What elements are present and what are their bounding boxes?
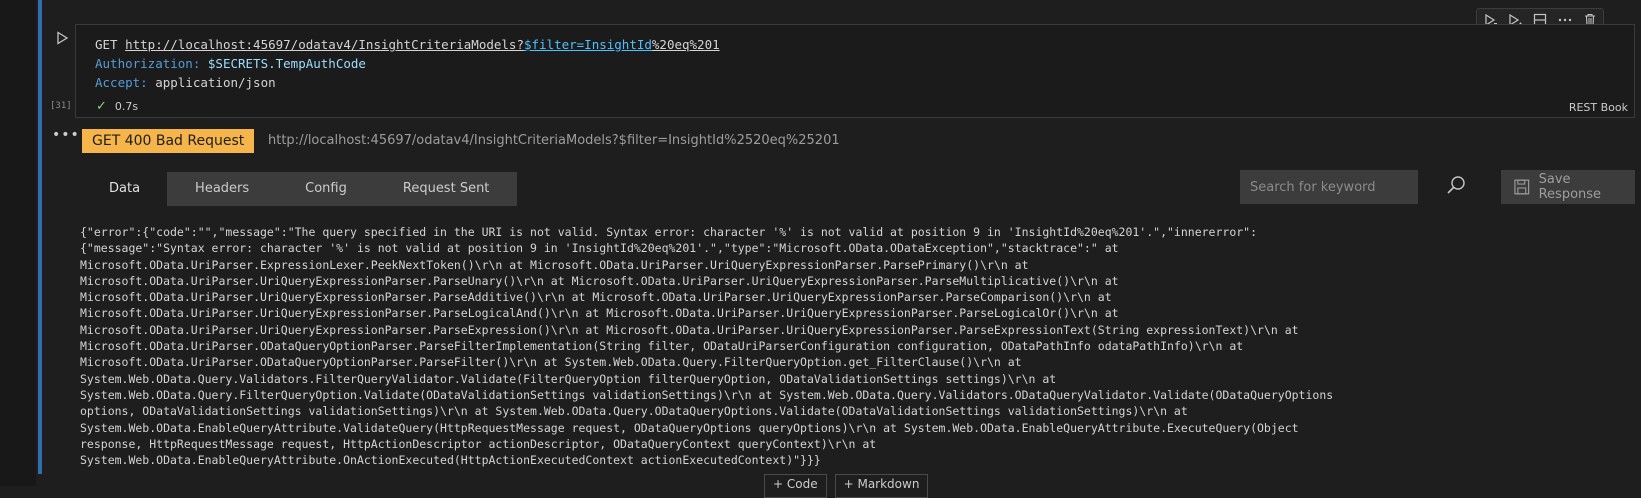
tab-headers[interactable]: Headers [167,172,278,206]
save-response-label: Save Response [1538,172,1602,202]
status-badge: GET 400 Bad Request [82,129,255,153]
response-line: Microsoft.OData.UriParser.UriQueryExpres… [80,273,1119,288]
header-key: Accept: [95,75,148,90]
add-markdown-cell-button[interactable]: + Markdown [834,474,929,498]
response-line: System.Web.OData.EnableQueryAttribute.On… [80,453,821,468]
save-response-button[interactable]: Save Response [1501,170,1635,204]
tab-data[interactable]: Data [82,172,168,206]
run-cell-button[interactable] [54,30,70,46]
execution-count: [31] [50,101,72,111]
header-line: Accept: application/json [95,73,720,92]
save-icon [1514,179,1530,195]
header-line: Authorization: $SECRETS.TempAuthCode [95,54,720,73]
response-line: System.Web.OData.Query.Validators.Filter… [80,371,1057,386]
cell-status: ✓ 0.7s [96,99,138,114]
request-code[interactable]: GET http://localhost:45697/odatav4/Insig… [95,35,720,92]
cell-language[interactable]: REST Book [1569,101,1628,114]
header-key: Authorization: [95,56,201,71]
response-line: {"message":"Syntax error: character '%' … [80,241,1119,256]
response-line: options, ODataValidationSettings validat… [80,404,1188,419]
http-method: GET [95,37,118,52]
add-code-cell-button[interactable]: + Code [764,474,827,498]
response-body[interactable]: {"error":{"code":"","message":"The query… [80,224,1630,468]
response-line: System.Web.OData.EnableQueryAttribute.Va… [80,420,1299,435]
response-line: Microsoft.OData.UriParser.ODataQueryOpti… [80,355,1022,370]
header-value: $SECRETS.TempAuthCode [207,56,366,71]
add-cell-buttons: + Code + Markdown [764,474,929,498]
response-line: Microsoft.OData.UriParser.UriQueryExpres… [80,322,1299,337]
response-line: System.Web.OData.Query.FilterQueryOption… [80,387,1334,402]
request-line: GET http://localhost:45697/odatav4/Insig… [95,35,720,54]
header-value: application/json [155,75,276,90]
play-icon [57,31,69,45]
request-url-query[interactable]: $filter=InsightId [524,37,652,52]
request-url-base[interactable]: http://localhost:45697/odatav4/InsightCr… [125,37,524,52]
cell-focus-indicator [38,0,42,474]
output-more-icon[interactable]: ••• [52,127,80,143]
request-url-rest[interactable]: %20eq%201 [652,37,720,52]
response-line: Microsoft.OData.UriParser.UriQueryExpres… [80,290,1112,305]
check-icon: ✓ [96,99,107,114]
response-line: Microsoft.OData.UriParser.ODataQueryOpti… [80,339,1244,354]
search-icon[interactable] [1444,174,1468,198]
response-line: {"error":{"code":"","message":"The query… [80,225,1258,239]
response-tabs: Data Headers Config Request Sent [82,172,518,206]
search-input[interactable] [1240,170,1418,204]
editor-gutter [0,0,36,486]
response-request-url: http://localhost:45697/odatav4/InsightCr… [268,133,840,148]
tab-config[interactable]: Config [277,172,375,206]
response-line: Microsoft.OData.UriParser.ExpressionLexe… [80,257,1029,272]
tab-request-sent[interactable]: Request Sent [374,172,518,206]
response-line: response, HttpRequestMessage request, Ht… [80,436,877,451]
execution-duration: 0.7s [114,100,139,113]
response-line: Microsoft.OData.UriParser.UriQueryExpres… [80,306,1119,321]
